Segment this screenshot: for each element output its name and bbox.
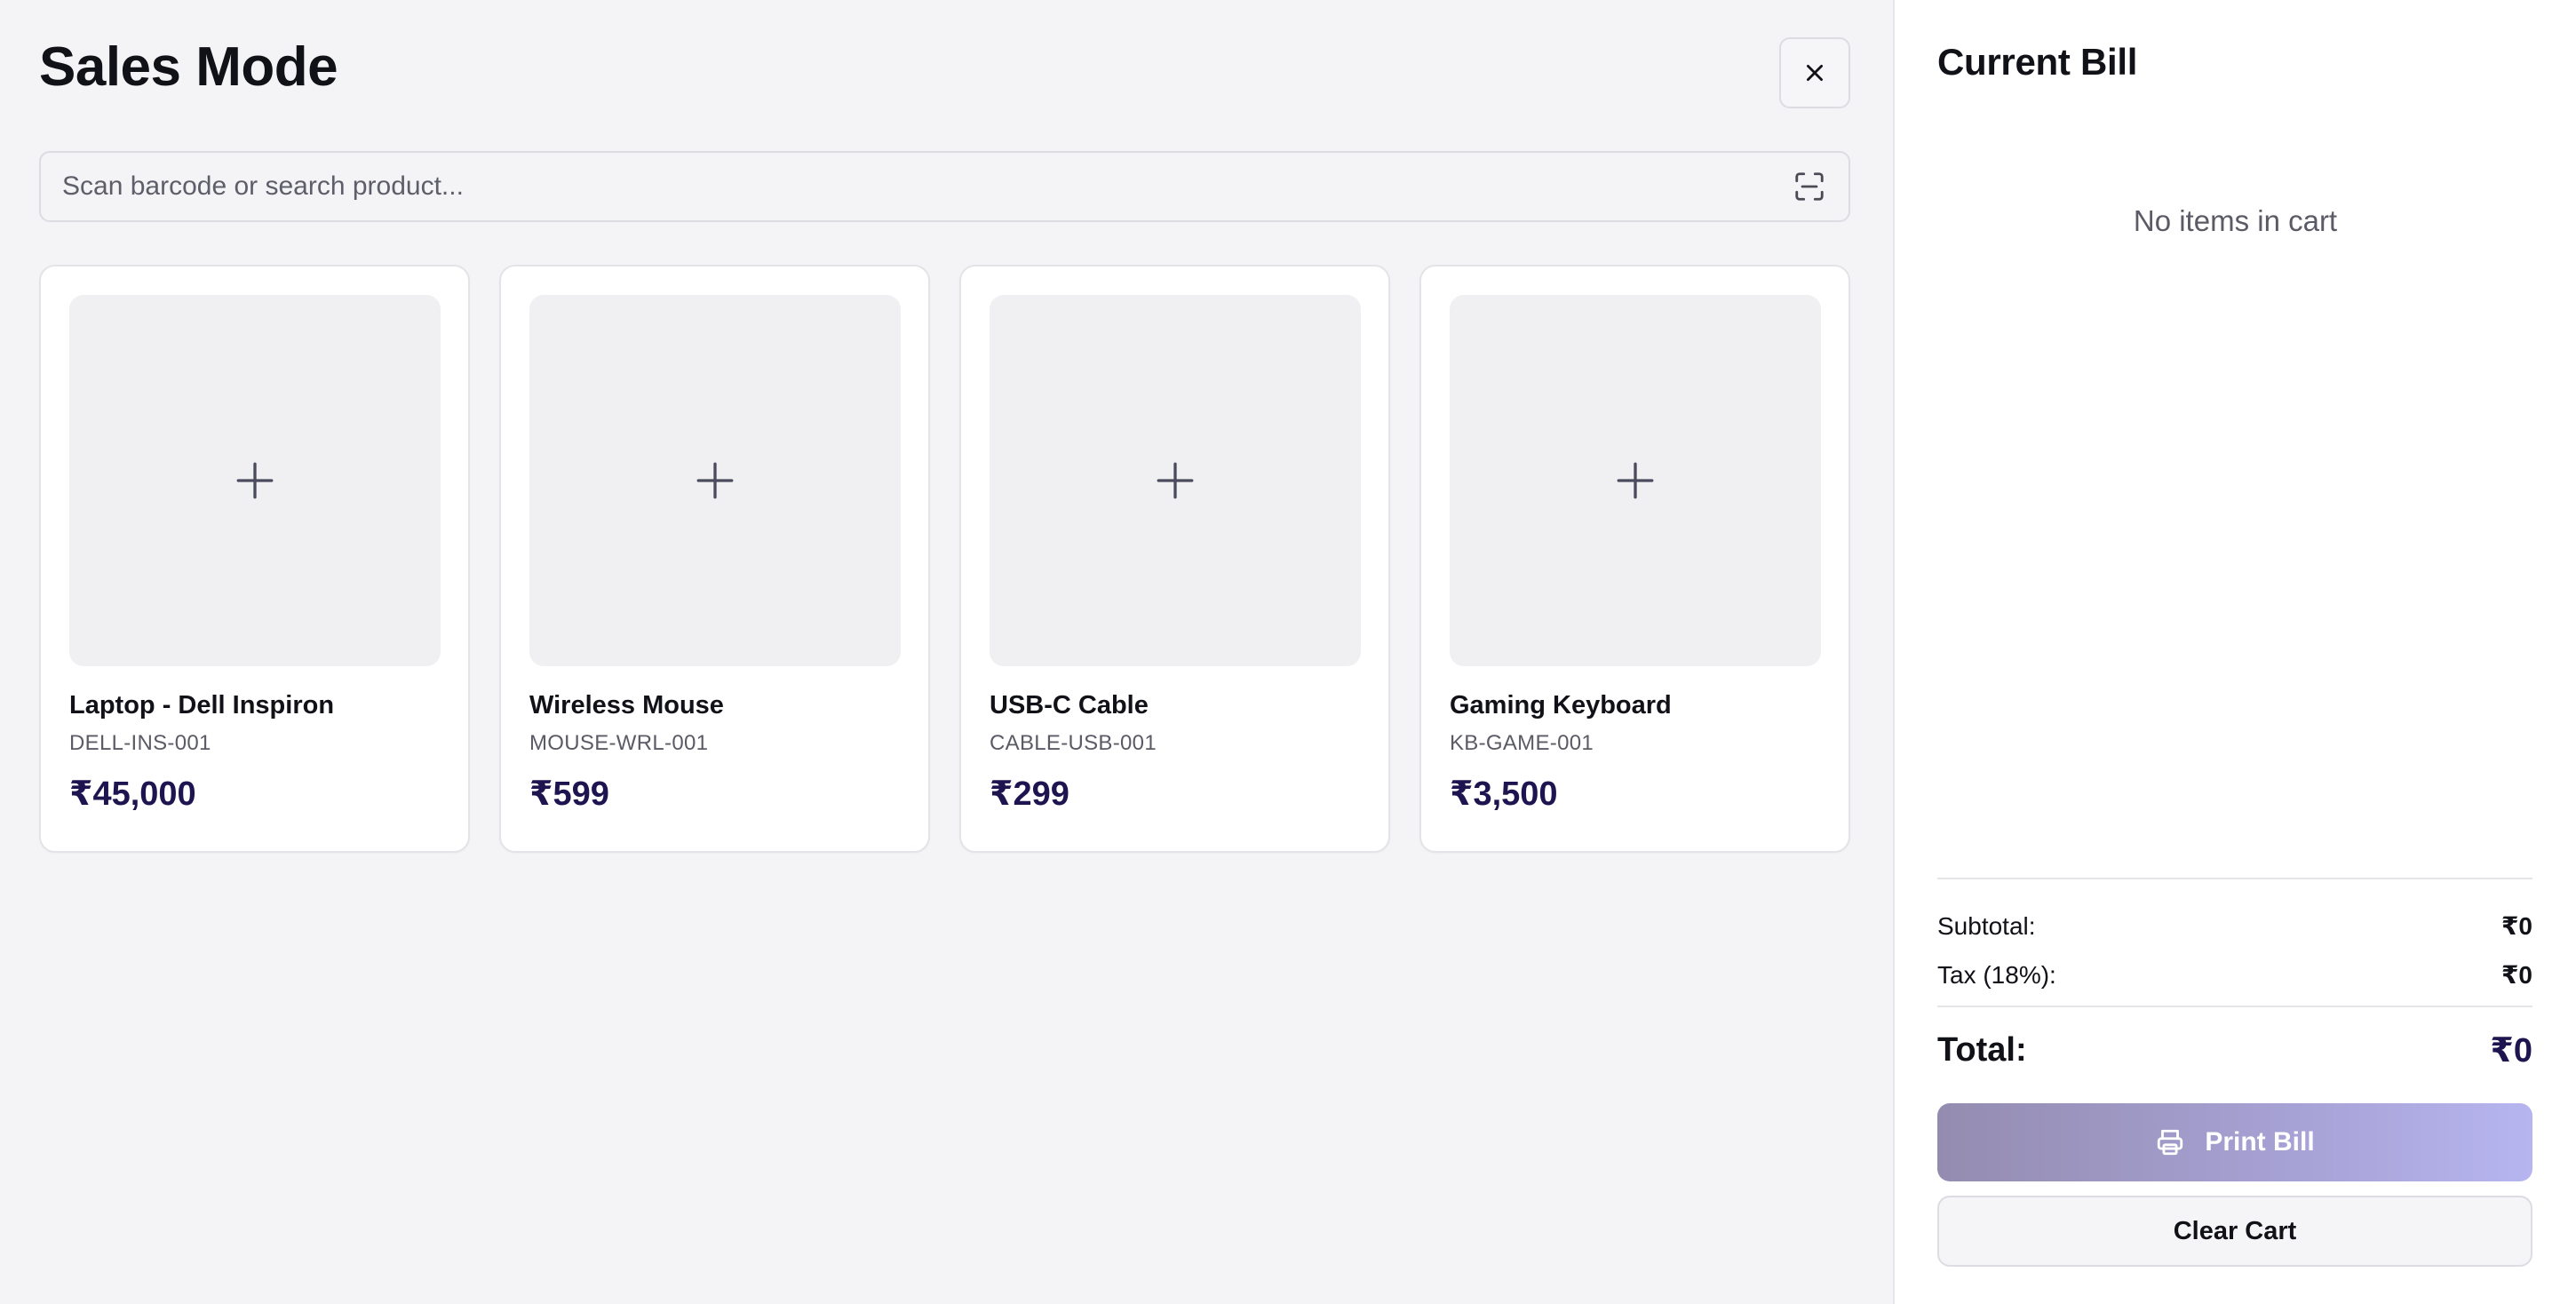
- product-price: ₹299: [990, 775, 1069, 813]
- summary-divider: [1937, 878, 2532, 879]
- product-name: Laptop - Dell Inspiron: [69, 691, 335, 720]
- product-price: ₹3,500: [1450, 775, 1558, 813]
- total-divider: [1937, 1006, 2532, 1007]
- total-label: Total:: [1937, 1031, 2027, 1069]
- product-thumbnail[interactable]: [529, 295, 901, 666]
- tax-row: Tax (18%): ₹0: [1937, 960, 2532, 990]
- search-input[interactable]: [62, 171, 1792, 202]
- total-row: Total: ₹0: [1937, 1030, 2532, 1070]
- plus-icon: [696, 462, 734, 499]
- main-panel: Sales Mode Scan barcode or search produc…: [0, 0, 1893, 1304]
- plus-icon: [1157, 462, 1194, 499]
- product-name: Wireless Mouse: [529, 691, 724, 720]
- product-thumbnail[interactable]: [1450, 295, 1821, 666]
- product-card[interactable]: Laptop - Dell Inspiron DELL-INS-001 ₹45,…: [39, 265, 470, 853]
- product-name: Gaming Keyboard: [1450, 691, 1672, 720]
- bill-title: Current Bill: [1937, 41, 2138, 83]
- close-icon: [1807, 65, 1823, 81]
- product-name: USB-C Cable: [990, 691, 1149, 720]
- product-price: ₹599: [529, 775, 609, 813]
- print-bill-label: Print Bill: [2205, 1127, 2315, 1157]
- tax-label: Tax (18%):: [1937, 960, 2056, 989]
- product-sku: MOUSE-WRL-001: [529, 731, 709, 755]
- plus-icon: [1617, 462, 1654, 499]
- clear-cart-button[interactable]: Clear Cart: [1937, 1196, 2532, 1267]
- product-thumbnail[interactable]: [990, 295, 1361, 666]
- barcode-scan-icon[interactable]: [1792, 169, 1827, 204]
- search-box: [39, 151, 1850, 222]
- product-price: ₹45,000: [69, 775, 196, 813]
- product-sku: DELL-INS-001: [69, 731, 211, 755]
- empty-cart-message: No items in cart: [2133, 204, 2338, 237]
- plus-icon: [236, 462, 274, 499]
- product-card[interactable]: USB-C Cable CABLE-USB-001 ₹299: [959, 265, 1390, 853]
- product-grid: Laptop - Dell Inspiron DELL-INS-001 ₹45,…: [39, 265, 1850, 853]
- page-title: Sales Mode: [39, 36, 338, 98]
- product-sku: KB-GAME-001: [1450, 731, 1594, 755]
- close-button[interactable]: [1779, 37, 1850, 108]
- product-thumbnail[interactable]: [69, 295, 441, 666]
- sales-mode-app: Sales Mode Scan barcode or search produc…: [0, 0, 2576, 1304]
- subtotal-value: ₹0: [2500, 912, 2532, 940]
- total-value: ₹0: [2490, 1032, 2532, 1069]
- product-card[interactable]: Wireless Mouse MOUSE-WRL-001 ₹599: [499, 265, 930, 853]
- product-card[interactable]: Gaming Keyboard KB-GAME-001 ₹3,500: [1419, 265, 1850, 853]
- printer-icon: [2158, 1129, 2183, 1156]
- subtotal-row: Subtotal: ₹0: [1937, 911, 2532, 941]
- product-sku: CABLE-USB-001: [990, 731, 1157, 755]
- subtotal-label: Subtotal:: [1937, 911, 2036, 940]
- bill-summary: Subtotal: ₹0 Tax (18%): ₹0 Total: ₹0: [1937, 878, 2532, 1070]
- bill-panel: Current Bill No items in cart Subtotal: …: [1893, 0, 2576, 1304]
- print-bill-button[interactable]: Print Bill: [1937, 1103, 2532, 1181]
- tax-value: ₹0: [2500, 961, 2532, 989]
